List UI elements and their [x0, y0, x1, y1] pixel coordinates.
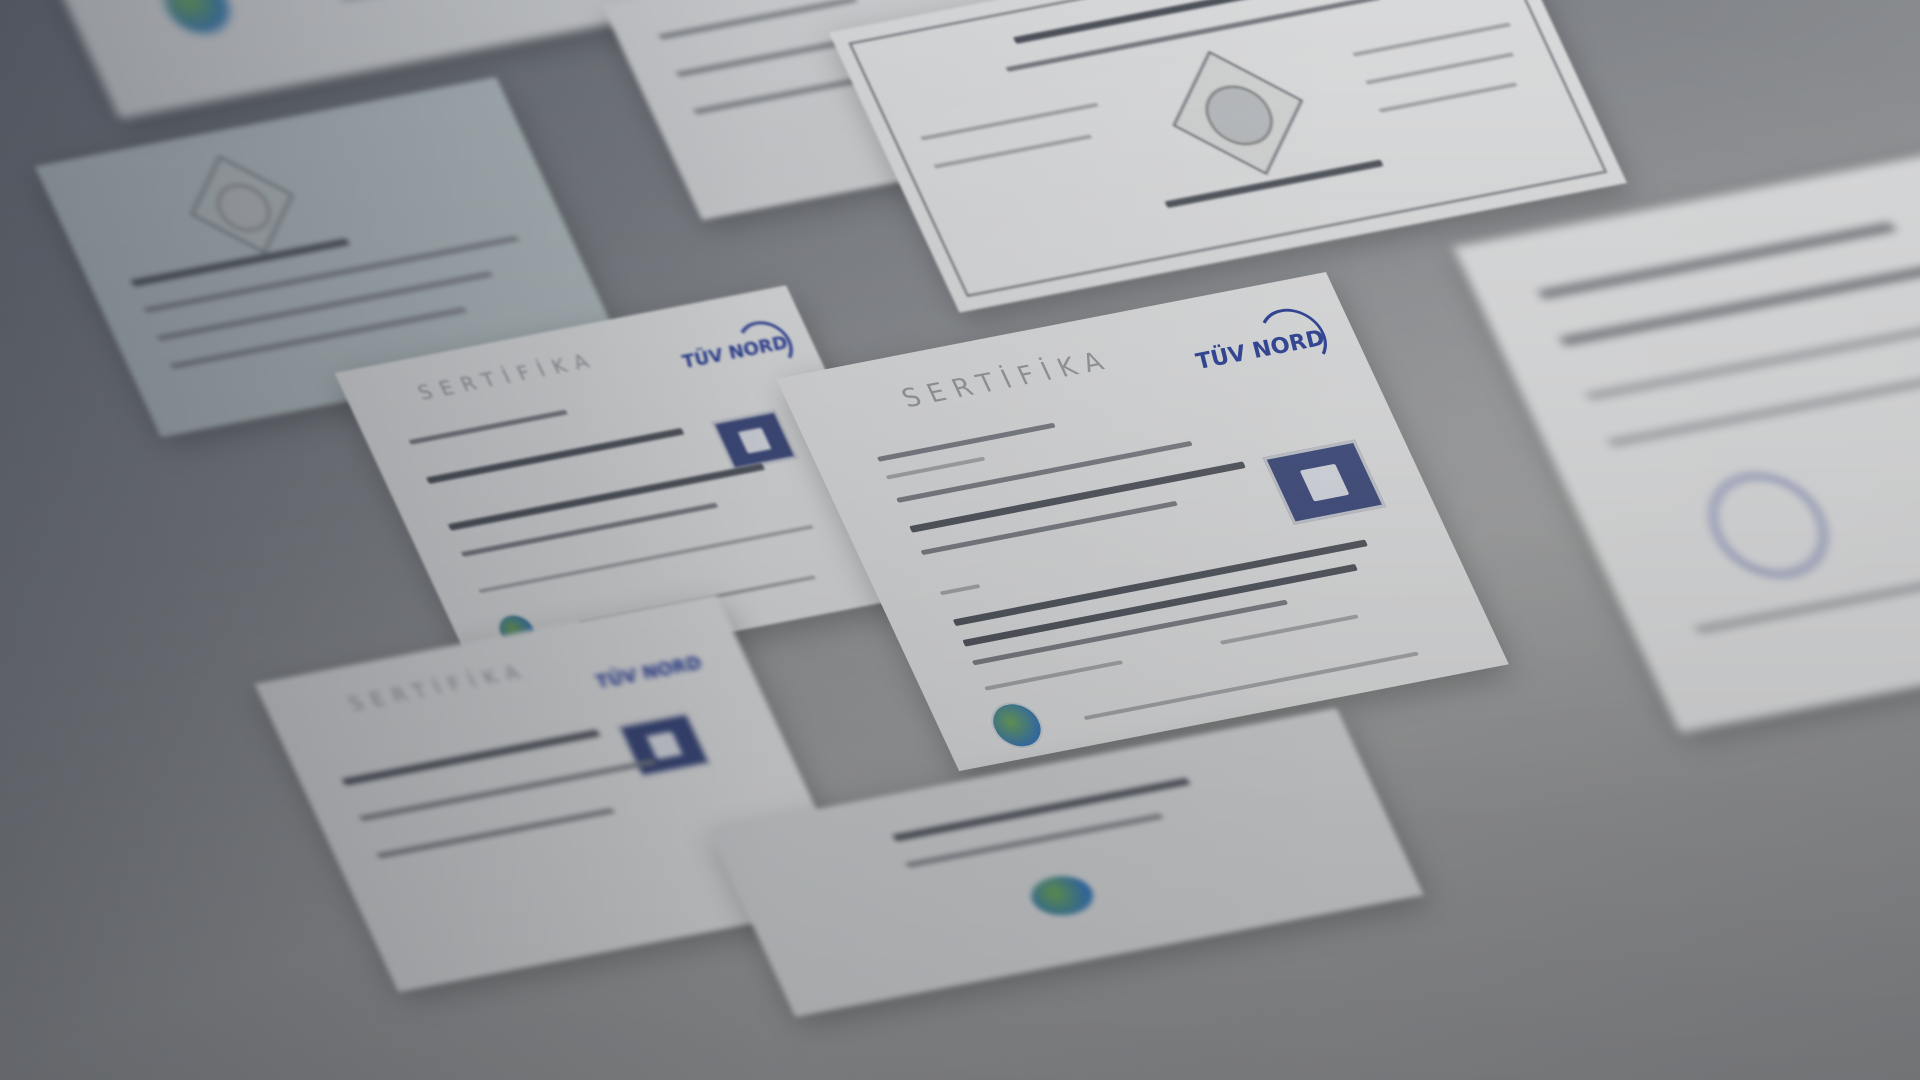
text-line	[896, 440, 1193, 503]
badge-mark	[737, 427, 772, 454]
tuv-nord-arc-icon	[730, 317, 802, 374]
text-line	[939, 583, 981, 596]
text-line	[408, 409, 568, 445]
tuv-nord-logo: TÜV NORD	[592, 653, 706, 693]
seal-emblem	[208, 179, 278, 235]
text-line	[1560, 246, 1920, 346]
text-line	[1608, 342, 1920, 446]
text-line	[460, 502, 719, 557]
certification-badge	[710, 409, 799, 471]
tuv-nord-arc-icon	[1249, 303, 1338, 374]
certificate-bottom	[708, 707, 1424, 1017]
certificate-heading: SERTİFİKA	[897, 345, 1118, 414]
certification-badge	[1262, 439, 1387, 525]
signature-swirl-icon	[1693, 465, 1844, 585]
text-line	[984, 660, 1124, 691]
certificate-right-blurred	[1453, 113, 1920, 733]
text-line	[478, 524, 814, 594]
document-plane: SERTİFİKA TÜV NORD SERTİFİKA TÜV NORD SE…	[0, 0, 1920, 1017]
text-line	[876, 422, 1056, 462]
globe-logo	[151, 0, 243, 41]
text-line	[447, 463, 766, 531]
text-line	[376, 808, 615, 859]
seal-emblem	[1195, 80, 1283, 151]
text-line	[1219, 614, 1359, 645]
certificate-heading: SERTİFİKA	[413, 347, 602, 405]
globe-logo	[1021, 869, 1104, 923]
text-line	[885, 456, 986, 480]
badge-mark	[645, 730, 683, 760]
text-line	[920, 500, 1178, 556]
text-line	[1083, 651, 1419, 721]
badge-mark	[1299, 463, 1349, 501]
text-line	[892, 777, 1191, 842]
text-line	[952, 539, 1369, 627]
globe-logo	[982, 698, 1051, 753]
text-line	[426, 427, 685, 485]
text-line	[905, 813, 1164, 868]
certificate-heading: SERTİFİKA	[344, 658, 533, 716]
text-line	[658, 0, 858, 40]
text-line	[156, 271, 493, 341]
background-scene: SERTİFİKA TÜV NORD SERTİFİKA TÜV NORD SE…	[0, 0, 1920, 1080]
seal-diamond	[190, 155, 294, 254]
certificate-main: SERTİFİKA TÜV NORD	[776, 272, 1509, 772]
